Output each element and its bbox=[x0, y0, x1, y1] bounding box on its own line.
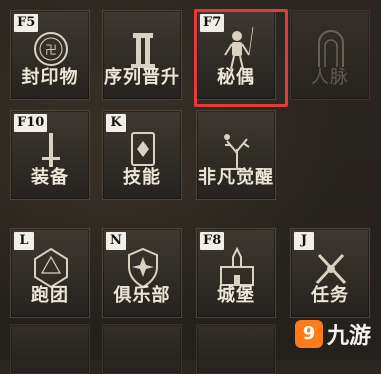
tile-castle[interactable]: F8 城堡 bbox=[196, 228, 276, 318]
tile-quests[interactable]: J 任务 bbox=[290, 228, 370, 318]
tile-connections[interactable]: 人脉 bbox=[290, 10, 370, 100]
tile-partial-3[interactable] bbox=[196, 324, 276, 374]
selection-highlight bbox=[194, 9, 288, 107]
tile-label: 装备 bbox=[31, 167, 69, 188]
tile-club[interactable]: N 俱乐部 bbox=[102, 228, 182, 318]
tile-label: 跑团 bbox=[31, 285, 69, 306]
tile-partial-2[interactable] bbox=[102, 324, 182, 374]
tile-tabletop-rpg[interactable]: L 跑团 bbox=[10, 228, 90, 318]
tile-sealed-artifacts[interactable]: F5 卍 封印物 bbox=[10, 10, 90, 100]
tile-label: 城堡 bbox=[217, 285, 255, 306]
watermark-text: 九游 bbox=[326, 324, 371, 349]
svg-text:卍: 卍 bbox=[45, 43, 57, 57]
tile-equipment[interactable]: F10 装备 bbox=[10, 110, 90, 200]
watermark-logo: 9 bbox=[294, 320, 323, 348]
tile-label: 人脉 bbox=[311, 67, 349, 88]
tile-partial-1[interactable] bbox=[10, 324, 90, 374]
tile-label: 序列晋升 bbox=[104, 67, 180, 88]
tile-label: 俱乐部 bbox=[113, 285, 171, 306]
tile-sequence-promotion[interactable]: 序列晋升 bbox=[102, 10, 182, 100]
tile-label: 封印物 bbox=[21, 67, 79, 88]
tile-label: 技能 bbox=[123, 167, 161, 188]
tile-label: 非凡觉醒 bbox=[198, 167, 274, 188]
tile-label: 任务 bbox=[311, 285, 349, 306]
watermark: 9 九游 bbox=[294, 318, 371, 350]
tile-skills[interactable]: K 技能 bbox=[102, 110, 182, 200]
tile-extraordinary-awakening[interactable]: 非凡觉醒 bbox=[196, 110, 276, 200]
